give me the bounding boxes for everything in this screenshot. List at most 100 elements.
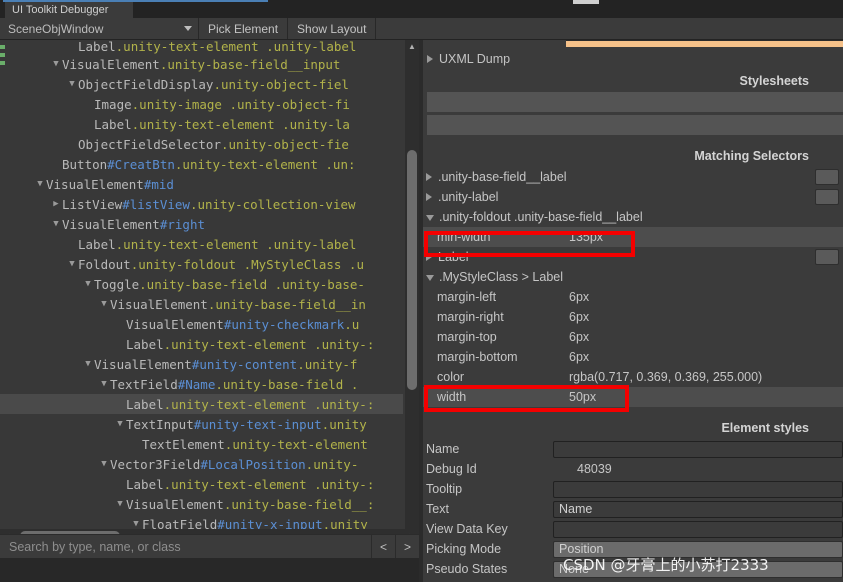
search-bar: < > (0, 534, 419, 558)
tree-row[interactable]: ·TextElement .unity-text-element (0, 434, 403, 454)
tree-row[interactable]: ▶ ListView #listView .unity-collection-vi… (0, 194, 403, 214)
tree-row[interactable]: ▼ VisualElement .unity-base-field__in (0, 294, 403, 314)
tree-row[interactable]: ▼ VisualElement .unity-base-field__input (0, 54, 403, 74)
chevron-right-icon[interactable] (426, 193, 432, 201)
stylesheet-row[interactable]: DefaultCommonDark_inter.uss (427, 92, 843, 112)
selector-label: .unity-label (438, 190, 499, 204)
tree-expand-arrow-open-icon[interactable]: ▼ (98, 459, 110, 469)
tree-row-type: VisualElement (46, 176, 144, 192)
uxml-dump-label: UXML Dump (439, 52, 511, 66)
tree-expand-arrow-open-icon[interactable]: ▼ (66, 259, 78, 269)
tab-ui-toolkit-debugger[interactable]: UI Toolkit Debugger (5, 2, 133, 18)
tree-row[interactable]: ·Label .unity-text-element .unity-la (0, 114, 403, 134)
tree-row[interactable]: ·Label .unity-text-element .unity-: (0, 474, 403, 494)
tree-row-id: #unity-text-input (193, 416, 322, 432)
tree-row[interactable]: ▼ Vector3Field #LocalPosition .unity- (0, 454, 403, 474)
search-prev-button[interactable]: < (371, 534, 395, 558)
chevron-down-icon[interactable] (426, 275, 434, 281)
scroll-up-icon[interactable]: ▲ (405, 40, 419, 53)
tree-row-classes: .unity-text-element .unity-: (163, 476, 375, 492)
tree-row[interactable]: ▼ TextField #Name .unity-base-field . (0, 374, 403, 394)
tree-row-type: Label (126, 336, 164, 352)
element-style-label: Tooltip (426, 482, 463, 496)
tree-expand-arrow-open-icon[interactable]: ▼ (114, 499, 126, 509)
ui-toolkit-debugger-window: UI Toolkit Debugger SceneObjWindow Pick … (0, 0, 843, 582)
tree-row[interactable]: ▼ VisualElement #unity-content .unity-f (0, 354, 403, 374)
tree-expand-arrow-open-icon[interactable]: ▼ (98, 379, 110, 389)
selector-row[interactable]: .unity-foldout .unity-base-field__label (423, 207, 843, 227)
tree-row[interactable]: ·Label .unity-text-element .unity-label (0, 40, 403, 54)
tree-expand-arrow-open-icon[interactable]: ▼ (130, 519, 142, 529)
element-style-input[interactable]: Name (553, 500, 843, 518)
window-titlebar: UI Toolkit Debugger (0, 0, 843, 18)
hierarchy-tree[interactable]: ·Label .unity-text-element .unity-label▼… (0, 40, 403, 543)
selector-row[interactable]: .unity-base-field__label (423, 167, 843, 187)
tree-row[interactable]: ·VisualElement #unity-checkmark .u (0, 314, 403, 334)
tree-row[interactable]: ▼ Toggle .unity-base-field .unity-base- (0, 274, 403, 294)
tree-row[interactable]: ▼ VisualElement #mid (0, 174, 403, 194)
style-property-value: 50px (569, 390, 597, 404)
selector-row[interactable]: .MyStyleClass > Label (423, 267, 843, 287)
pick-element-label: Pick Element (208, 21, 279, 36)
tree-expand-arrow-open-icon[interactable]: ▼ (82, 279, 94, 289)
element-hierarchy-panel: ·Label .unity-text-element .unity-label▼… (0, 40, 419, 558)
stylesheets-header: Stylesheets (739, 74, 809, 88)
style-property-value: 6px (569, 310, 590, 324)
tree-expand-arrow-open-icon[interactable]: ▼ (34, 179, 46, 189)
tree-row-id: #listView (122, 196, 190, 212)
style-property-name: color (437, 370, 465, 384)
pick-element-button[interactable]: Pick Element (199, 18, 289, 39)
element-style-input[interactable] (553, 480, 843, 498)
style-property-row: width 50px (423, 387, 843, 407)
tree-expand-arrow-open-icon[interactable]: ▼ (82, 359, 94, 369)
search-input[interactable] (0, 534, 371, 558)
tree-row-type: Toggle (94, 276, 140, 292)
tree-row-classes: .unity-text-element .unity-label (115, 40, 357, 54)
tree-row-type: Image (94, 96, 132, 112)
tree-row[interactable]: ▼ Foldout .unity-foldout .MyStyleClass .u (0, 254, 403, 274)
element-style-input[interactable] (553, 440, 843, 458)
panel-select-dropdown[interactable]: SceneObjWindow (0, 18, 199, 39)
selector-source-button[interactable] (815, 169, 839, 185)
tree-row[interactable]: ▼ TextInput #unity-text-input .unity (0, 414, 403, 434)
element-style-input[interactable] (553, 520, 843, 538)
show-layout-button[interactable]: Show Layout (288, 18, 377, 39)
hierarchy-vertical-scrollbar[interactable]: ▲ ▼ (405, 40, 419, 543)
selector-row[interactable]: Label (423, 247, 843, 267)
selector-source-button[interactable] (815, 189, 839, 205)
tree-row[interactable]: ·Label .unity-text-element .unity-: (0, 394, 403, 414)
tree-row[interactable]: ·Image .unity-image .unity-object-fi (0, 94, 403, 114)
tree-row-classes: .unity (321, 416, 367, 432)
tree-row-type: VisualElement (62, 56, 160, 72)
tree-row[interactable]: ·ObjectFieldSelector .unity-object-fie (0, 134, 403, 154)
vertical-scroll-thumb[interactable] (407, 150, 417, 390)
tree-expand-arrow-open-icon[interactable]: ▼ (66, 79, 78, 89)
stylesheet-row[interactable]: Assets/Editor/SceneObjWindow.us (427, 115, 843, 135)
tab-title: UI Toolkit Debugger (12, 4, 109, 16)
tree-row[interactable]: ·Button #CreatBtn .unity-text-element .u… (0, 154, 403, 174)
uxml-dump-foldout[interactable]: UXML Dump (423, 48, 843, 70)
style-property-row: margin-left 6px (423, 287, 843, 307)
tree-expand-arrow-open-icon[interactable]: ▼ (50, 59, 62, 69)
chevron-right-icon[interactable] (426, 253, 432, 261)
tree-expand-arrow-closed-icon[interactable]: ▶ (50, 199, 62, 209)
tree-expand-arrow-open-icon[interactable]: ▼ (114, 419, 126, 429)
selector-row[interactable]: .unity-label (423, 187, 843, 207)
tree-expand-arrow-open-icon[interactable]: ▼ (50, 219, 62, 229)
tree-row[interactable]: ▼ ObjectFieldDisplay .unity-object-fiel (0, 74, 403, 94)
inspector-panel: UXML Dump Stylesheets DefaultCommonDark_… (423, 40, 843, 582)
tree-row[interactable]: ·Label .unity-text-element .unity-: (0, 334, 403, 354)
chevron-right-icon[interactable] (426, 173, 432, 181)
tree-row-type: ListView (62, 196, 123, 212)
search-next-button[interactable]: > (395, 534, 419, 558)
tree-row[interactable]: ·Label .unity-text-element .unity-label (0, 234, 403, 254)
chevron-down-icon[interactable] (426, 215, 434, 221)
tree-row[interactable]: ▼ VisualElement #right (0, 214, 403, 234)
tree-row-type: Label (126, 476, 164, 492)
tree-row[interactable]: ▼ VisualElement .unity-base-field__: (0, 494, 403, 514)
tree-row-type: VisualElement (110, 296, 208, 312)
tree-row-type: VisualElement (126, 496, 224, 512)
selector-source-button[interactable] (815, 249, 839, 265)
tree-expand-arrow-open-icon[interactable]: ▼ (98, 299, 110, 309)
style-property-name: margin-right (437, 310, 504, 324)
